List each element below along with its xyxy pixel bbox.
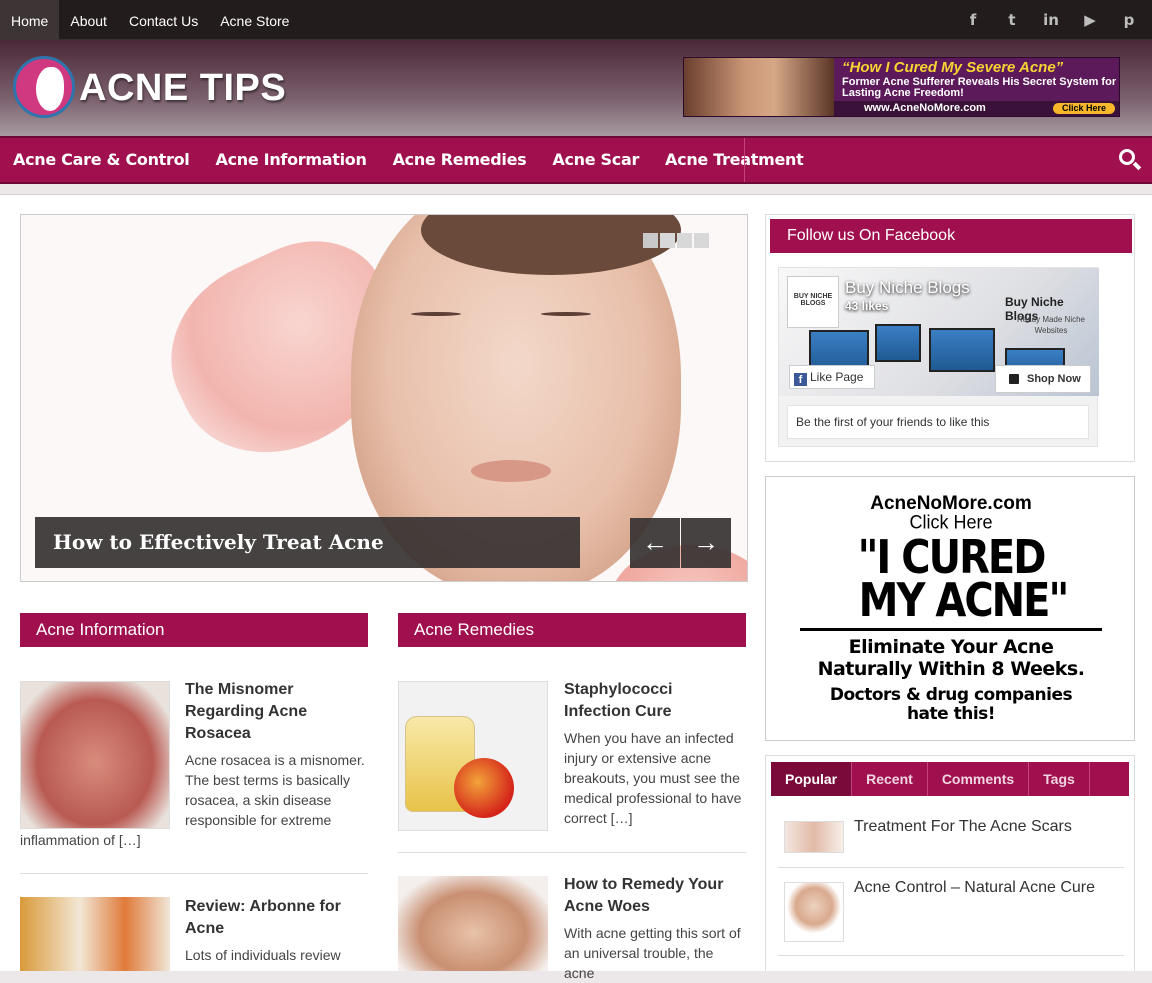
post-thumbnail[interactable]: [398, 681, 548, 831]
ad-url: www.AcneNoMore.com: [864, 102, 986, 114]
slider-prev-arrow-icon[interactable]: ←: [630, 518, 680, 568]
widget-tabs: Popular Recent Comments Tags: [771, 762, 1129, 796]
topnav-item-store[interactable]: Acne Store: [209, 0, 300, 40]
pinterest-icon[interactable]: p: [1120, 11, 1138, 29]
ad-line-hate: hate this!: [906, 704, 996, 724]
post-thumbnail[interactable]: [20, 681, 170, 829]
laptop-image: [929, 328, 995, 372]
popular-post-title[interactable]: Treatment For The Acne Scars: [854, 818, 1072, 836]
slide-caption[interactable]: How to Effectively Treat Acne: [35, 517, 580, 568]
facebook-shop-button[interactable]: Shop Now: [995, 365, 1091, 393]
nav-item-acne-information[interactable]: Acne Information: [203, 138, 380, 182]
site-logo-text[interactable]: ACNE TIPS: [79, 67, 286, 110]
post-excerpt: Lots of individuals review: [185, 947, 341, 963]
ad-line-naturally: Naturally Within 8 Weeks.: [817, 658, 1085, 680]
ad-headline-line2: MY ACNE": [858, 574, 1070, 628]
top-bar: Home About Contact Us Acne Store f t in …: [0, 0, 1152, 40]
shopping-bag-icon: [1009, 374, 1019, 384]
header-ad-banner[interactable]: “How I Cured My Severe Acne” Former Acne…: [683, 57, 1120, 117]
ad-line-eliminate: Eliminate Your Acne: [848, 636, 1054, 658]
post-title[interactable]: How to Remedy Your Acne Woes: [564, 874, 739, 918]
post-title[interactable]: Staphylococci Infection Cure: [564, 679, 734, 723]
section-title-acne-remedies[interactable]: Acne Remedies: [398, 613, 746, 647]
facebook-like-button[interactable]: f Like Page: [789, 365, 875, 389]
laptop-image: [875, 324, 921, 362]
post-divider: [398, 852, 746, 853]
facebook-cover-subtitle: Ready Made Niche Websites: [1016, 315, 1086, 335]
twitter-icon[interactable]: t: [1003, 11, 1021, 29]
like-button-label: Like Page: [810, 370, 864, 384]
slider-dot[interactable]: [677, 233, 692, 248]
tab-popular[interactable]: Popular: [771, 762, 853, 796]
nav-item-acne-care[interactable]: Acne Care & Control: [0, 138, 203, 182]
ad-line-doctors: Doctors & drug companies: [829, 685, 1073, 705]
facebook-icon[interactable]: f: [964, 11, 982, 29]
post-excerpt: Acne rosacea is a misnomer. The best ter…: [185, 752, 365, 828]
ad-photo: [684, 58, 834, 116]
facebook-icon: f: [794, 373, 807, 386]
ad-divider: [800, 628, 1102, 631]
facebook-widget-title: Follow us On Facebook: [770, 219, 1132, 253]
facebook-likes-count: 43 likes: [845, 299, 889, 313]
top-navigation: Home About Contact Us Acne Store: [0, 0, 300, 40]
topnav-item-about[interactable]: About: [59, 0, 118, 40]
nav-item-acne-scar[interactable]: Acne Scar: [539, 138, 652, 182]
nav-divider: [744, 138, 745, 182]
topnav-item-home[interactable]: Home: [0, 0, 60, 40]
slide-image-eye: [411, 312, 461, 316]
post-excerpt-tail: inflammation of […]: [20, 832, 141, 848]
slider-dots: [643, 233, 709, 248]
linkedin-icon[interactable]: in: [1042, 11, 1060, 29]
ad-click-here-button[interactable]: Click Here: [1053, 103, 1115, 114]
post-divider: [20, 873, 368, 874]
section-title-acne-information[interactable]: Acne Information: [20, 613, 368, 647]
sidebar-ad[interactable]: AcneNoMore.com Click Here "I CURED MY AC…: [765, 476, 1135, 741]
tab-recent[interactable]: Recent: [852, 762, 928, 796]
topnav-item-contact[interactable]: Contact Us: [118, 0, 209, 40]
tabbed-posts-widget: Popular Recent Comments Tags Treatment F…: [765, 755, 1135, 971]
tab-tags[interactable]: Tags: [1029, 762, 1090, 796]
popular-post-thumbnail[interactable]: [784, 821, 844, 853]
social-links: f t in ▶ p: [964, 11, 1138, 29]
slider-next-arrow-icon[interactable]: →: [681, 518, 731, 568]
logo-icon[interactable]: [13, 56, 75, 118]
post-excerpt: When you have an infected injury or exte…: [564, 730, 742, 826]
slider-dot[interactable]: [643, 233, 658, 248]
slider-dot[interactable]: [694, 233, 709, 248]
ad-footer: www.AcneNoMore.com Click Here: [834, 101, 1119, 116]
ad-subline: Former Acne Sufferer Reveals His Secret …: [842, 76, 1117, 99]
facebook-page-name[interactable]: Buy Niche Blogs: [845, 278, 970, 298]
post-excerpt: With acne getting this sort of an univer…: [564, 925, 741, 981]
slider-dot[interactable]: [660, 233, 675, 248]
slide-image-eye: [541, 312, 591, 316]
post-thumbnail[interactable]: [398, 876, 548, 971]
shop-button-label: Shop Now: [1027, 373, 1081, 385]
nav-item-acne-treatment[interactable]: Acne Treatment: [652, 138, 816, 182]
post-title[interactable]: Review: Arbonne for Acne: [185, 896, 360, 940]
popular-post-thumbnail[interactable]: [784, 882, 844, 942]
main-navigation: Acne Care & Control Acne Information Acn…: [0, 136, 1152, 184]
facebook-friends-text: Be the first of your friends to like thi…: [787, 405, 1089, 439]
facebook-widget: Follow us On Facebook BUY NICHE BLOGS Bu…: [765, 214, 1135, 462]
post-thumbnail[interactable]: [20, 897, 170, 971]
list-divider: [778, 867, 1124, 868]
search-icon[interactable]: [1118, 148, 1142, 172]
nav-item-acne-remedies[interactable]: Acne Remedies: [380, 138, 540, 182]
popular-post-title[interactable]: Acne Control – Natural Acne Cure: [854, 879, 1095, 897]
facebook-page-avatar[interactable]: BUY NICHE BLOGS: [787, 276, 839, 328]
slide-image-lips: [471, 460, 551, 482]
site-header: ACNE TIPS “How I Cured My Severe Acne” F…: [0, 40, 1152, 136]
facebook-page-plugin[interactable]: BUY NICHE BLOGS Buy Niche Blogs 43 likes…: [778, 267, 1099, 447]
list-divider: [778, 955, 1124, 956]
tab-comments[interactable]: Comments: [928, 762, 1030, 796]
post-title[interactable]: The Misnomer Regarding Acne Rosacea: [185, 679, 355, 745]
youtube-icon[interactable]: ▶: [1081, 11, 1099, 29]
ad-headline: “How I Cured My Severe Acne”: [842, 59, 1064, 76]
